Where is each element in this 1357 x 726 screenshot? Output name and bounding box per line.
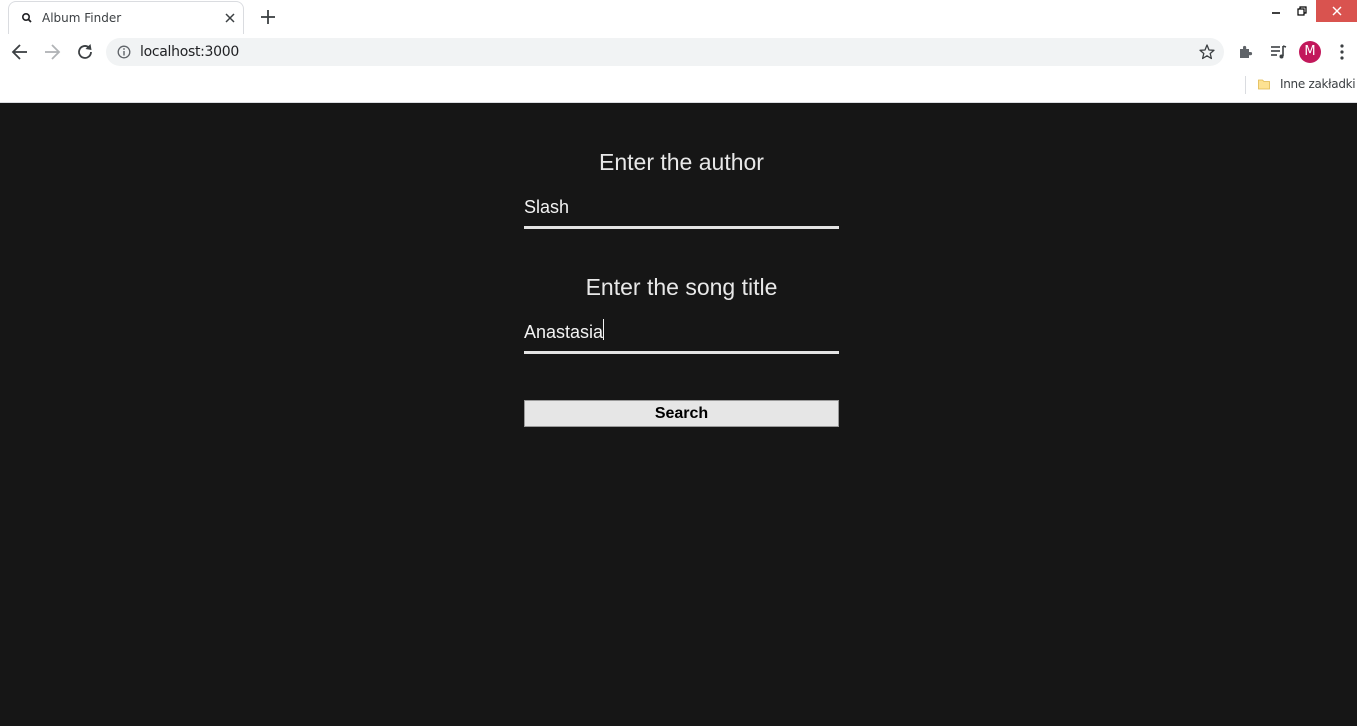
- puzzle-icon[interactable]: [1237, 43, 1255, 61]
- bookmarks-bar: Inne zakładki: [0, 70, 1357, 103]
- author-input[interactable]: [524, 189, 839, 229]
- forward-arrow-icon[interactable]: [42, 42, 62, 62]
- info-icon[interactable]: [117, 45, 131, 59]
- folder-icon: [1258, 79, 1270, 90]
- song-title-input[interactable]: [524, 314, 839, 354]
- plus-icon[interactable]: [259, 8, 277, 26]
- browser-toolbar: localhost:3000 M: [0, 34, 1357, 70]
- back-arrow-icon[interactable]: [10, 42, 30, 62]
- close-icon[interactable]: [223, 11, 237, 25]
- bookmarks-separator: [1245, 76, 1246, 94]
- tab-album-finder[interactable]: Album Finder: [8, 1, 244, 34]
- media-queue-icon[interactable]: [1269, 43, 1287, 61]
- close-window-icon[interactable]: [1316, 0, 1357, 22]
- bookmark-other-label[interactable]: Inne zakładki: [1280, 77, 1356, 91]
- address-bar[interactable]: localhost:3000: [106, 38, 1224, 66]
- page-content: Enter the author Enter the song title Se…: [0, 103, 1357, 726]
- restore-icon[interactable]: [1287, 0, 1317, 22]
- avatar[interactable]: M: [1299, 41, 1321, 63]
- star-icon[interactable]: [1198, 43, 1216, 61]
- url-text[interactable]: localhost:3000: [140, 44, 239, 60]
- search-button[interactable]: Search: [524, 400, 839, 427]
- author-label: Enter the author: [599, 149, 764, 175]
- tab-strip: Album Finder: [0, 0, 1357, 34]
- text-caret: [603, 319, 604, 340]
- search-icon: [21, 12, 32, 23]
- tab-title: Album Finder: [42, 11, 122, 25]
- song-title-label: Enter the song title: [585, 274, 778, 300]
- reload-icon[interactable]: [75, 42, 95, 62]
- kebab-menu-icon[interactable]: [1334, 43, 1350, 61]
